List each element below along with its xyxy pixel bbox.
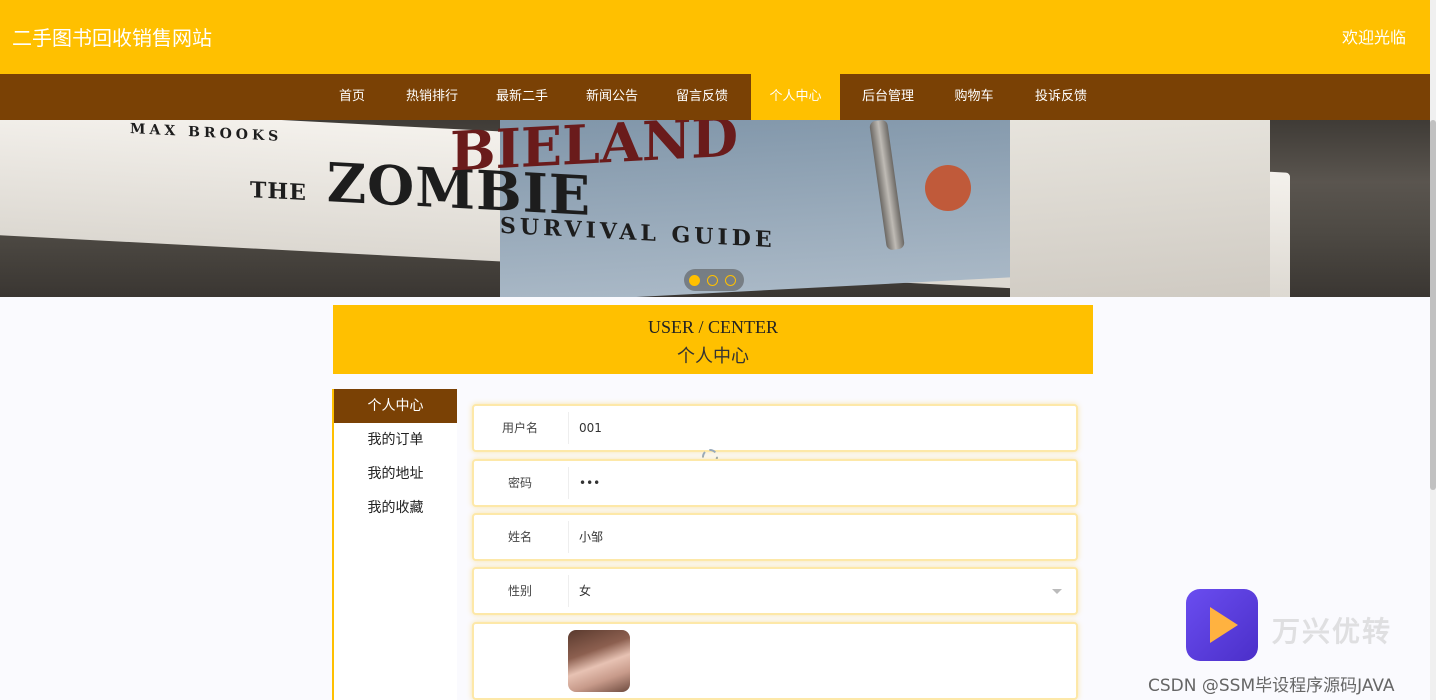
page-scrollbar[interactable] xyxy=(1430,0,1436,700)
nav-item-user-center[interactable]: 个人中心 xyxy=(751,74,840,120)
sidebar-item-user-center[interactable]: 个人中心 xyxy=(334,389,457,423)
gender-select[interactable]: 女 xyxy=(568,575,1064,607)
form-row-name: 姓名 小邹 xyxy=(472,513,1078,561)
nav-item-cart[interactable]: 购物车 xyxy=(946,74,1002,120)
form-row-username: 用户名 001 xyxy=(472,404,1078,452)
user-sidebar: 个人中心 我的订单 我的地址 我的收藏 xyxy=(332,389,457,700)
password-input[interactable]: ••• xyxy=(568,467,1064,499)
gender-label: 性别 xyxy=(507,584,532,598)
form-row-gender: 性别 女 xyxy=(472,567,1078,615)
section-title-en: USER / CENTER xyxy=(647,317,778,337)
welcome-text: 欢迎光临 xyxy=(1341,28,1406,47)
username-label: 用户名 xyxy=(501,421,538,435)
watermark-app-text: 万兴优转 xyxy=(1272,615,1393,648)
username-input[interactable]: 001 xyxy=(568,412,1064,444)
nav-item-news[interactable]: 新闻公告 xyxy=(578,74,646,120)
nav-item-admin[interactable]: 后台管理 xyxy=(853,74,923,120)
banner-book-spine xyxy=(1010,120,1270,297)
section-title-cn: 个人中心 xyxy=(677,346,749,367)
carousel-dot-2[interactable] xyxy=(707,275,718,286)
form-row-password: 密码 ••• xyxy=(472,459,1078,507)
nav-item-latest-used[interactable]: 最新二手 xyxy=(488,74,556,120)
nav-item-feedback[interactable]: 留言反馈 xyxy=(668,74,736,120)
carousel-indicators xyxy=(684,269,744,291)
carousel-dot-1[interactable] xyxy=(689,275,700,286)
site-title[interactable]: 二手图书回收销售网站 xyxy=(12,22,212,51)
nav-item-complaint[interactable]: 投诉反馈 xyxy=(1026,74,1096,120)
sidebar-item-favorites[interactable]: 我的收藏 xyxy=(334,491,457,525)
sidebar-item-addresses[interactable]: 我的地址 xyxy=(334,457,457,491)
book-logo-icon xyxy=(925,165,971,211)
watermark-app-icon xyxy=(1186,589,1258,661)
book-the-text: THE xyxy=(250,177,307,207)
password-label: 密码 xyxy=(507,476,532,490)
section-header: USER / CENTER 个人中心 xyxy=(333,305,1093,374)
play-icon xyxy=(1210,607,1238,643)
nav-item-home[interactable]: 首页 xyxy=(326,74,378,120)
nav-item-hot-ranking[interactable]: 热销排行 xyxy=(398,74,466,120)
main-nav: 首页 热销排行 最新二手 新闻公告 留言反馈 个人中心 后台管理 购物车 投诉反… xyxy=(0,74,1436,120)
sidebar-item-orders[interactable]: 我的订单 xyxy=(334,423,457,457)
scrollbar-thumb[interactable] xyxy=(1430,120,1436,490)
name-input[interactable]: 小邹 xyxy=(568,521,1064,553)
top-header: 二手图书回收销售网站 欢迎光临 xyxy=(0,0,1436,74)
form-row-avatar xyxy=(472,622,1078,700)
name-label: 姓名 xyxy=(507,530,532,544)
carousel-dot-3[interactable] xyxy=(725,275,736,286)
avatar[interactable] xyxy=(568,630,630,692)
csdn-watermark: CSDN @SSM毕设程序源码JAVA xyxy=(1148,676,1395,696)
chevron-down-icon[interactable] xyxy=(1052,589,1062,594)
